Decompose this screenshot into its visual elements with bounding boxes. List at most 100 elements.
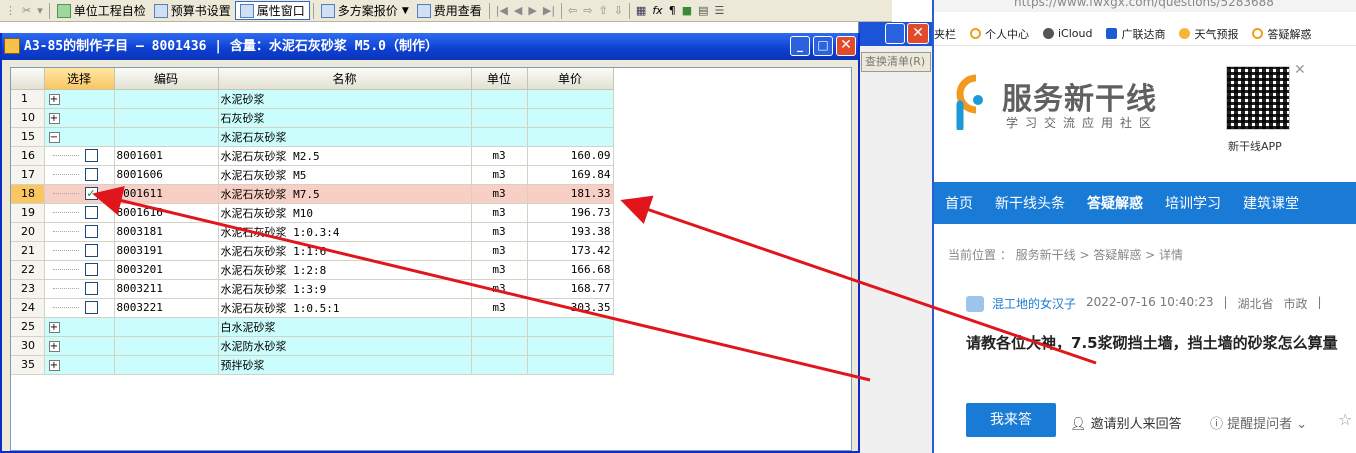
table-group-row[interactable]: 30 + 水泥防水砂浆 — [11, 336, 614, 356]
budget-settings-button[interactable]: 预算书设置 — [150, 1, 235, 21]
row-number[interactable]: 17 — [11, 165, 45, 185]
name-cell[interactable]: 白水泥砂浆 — [218, 317, 472, 337]
code-cell[interactable] — [114, 127, 219, 147]
table-row[interactable]: 18 ✓ 8001611 水泥石灰砂浆 M7.5 m3 181.33 — [11, 184, 614, 204]
nav-item-home[interactable]: 首页 — [945, 193, 973, 213]
unit-cell[interactable] — [471, 317, 528, 337]
name-cell[interactable]: 石灰砂浆 — [218, 108, 472, 128]
nav-item-training[interactable]: 培训学习 — [1165, 193, 1221, 213]
unit-cell[interactable]: m3 — [471, 184, 528, 204]
prev-record-icon[interactable]: ◀ — [511, 4, 525, 17]
unit-cell[interactable]: m3 — [471, 298, 528, 318]
nav-item-qa[interactable]: 答疑解惑 — [1087, 193, 1143, 213]
code-cell[interactable]: 8003211 — [114, 279, 219, 299]
select-cell[interactable]: + — [44, 108, 115, 128]
code-cell[interactable]: 8001601 — [114, 146, 219, 166]
name-cell[interactable]: 水泥石灰砂浆 — [218, 127, 472, 147]
table-row[interactable]: 20 8003181 水泥石灰砂浆 1:0.3:4 m3 193.38 — [11, 222, 614, 242]
code-cell[interactable]: 8001606 — [114, 165, 219, 185]
list-icon[interactable]: ☰ — [712, 4, 728, 17]
url-text[interactable]: https://www.fwxgx.com/questions/5283688 — [1014, 0, 1274, 9]
price-cell[interactable]: 181.33 — [527, 184, 614, 204]
expand-icon[interactable]: + — [48, 341, 60, 352]
code-column-header[interactable]: 编码 — [114, 68, 219, 90]
row-number[interactable]: 23 — [11, 279, 45, 299]
name-cell[interactable]: 水泥石灰砂浆 M7.5 — [218, 184, 472, 204]
select-cell[interactable] — [44, 260, 115, 280]
price-cell[interactable]: 173.42 — [527, 241, 614, 261]
checkbox-checked[interactable]: ✓ — [84, 187, 98, 201]
table-group-row[interactable]: 15− 水泥石灰砂浆 — [11, 127, 614, 147]
price-cell[interactable]: 160.09 — [527, 146, 614, 166]
price-cell[interactable] — [527, 89, 614, 109]
unit-cell[interactable] — [471, 127, 528, 147]
row-number[interactable]: 10 — [11, 108, 45, 128]
select-cell[interactable]: + — [44, 355, 115, 375]
select-column-header[interactable]: 选择 — [44, 68, 115, 90]
maximize-button[interactable] — [885, 23, 905, 44]
invite-answer-link[interactable]: 👤︎ 邀请别人来回答 — [1070, 413, 1182, 432]
expand-icon[interactable]: + — [48, 113, 60, 124]
price-cell[interactable]: 303.35 — [527, 298, 614, 318]
last-record-icon[interactable]: ▶| — [540, 4, 558, 17]
select-cell[interactable]: ✓ — [44, 184, 115, 204]
minimize-button[interactable]: _ — [790, 36, 810, 56]
select-cell[interactable]: + — [44, 317, 115, 337]
select-cell[interactable]: − — [44, 127, 115, 147]
checkbox[interactable] — [84, 149, 98, 163]
arrow-left-icon[interactable]: ⇦ — [565, 4, 580, 17]
paragraph-icon[interactable]: ¶ — [666, 4, 679, 17]
cost-view-button[interactable]: 费用查看 — [413, 1, 486, 21]
row-number[interactable]: 25 — [11, 317, 45, 337]
calculator-icon[interactable]: ▦ — [633, 4, 649, 17]
checkbox[interactable] — [84, 301, 98, 315]
select-cell[interactable] — [44, 165, 115, 185]
unit-cell[interactable]: m3 — [471, 165, 528, 185]
name-cell[interactable]: 水泥防水砂浆 — [218, 336, 472, 356]
name-cell[interactable]: 水泥石灰砂浆 M2.5 — [218, 146, 472, 166]
code-cell[interactable]: 8001611 — [114, 184, 219, 204]
next-record-icon[interactable]: ▶ — [525, 4, 539, 17]
bookmark-item[interactable]: 广联达商 — [1106, 26, 1165, 42]
select-cell[interactable] — [44, 298, 115, 318]
name-cell[interactable]: 水泥石灰砂浆 1:0.3:4 — [218, 222, 472, 242]
nav-item-headlines[interactable]: 新干线头条 — [995, 193, 1065, 213]
name-cell[interactable]: 水泥石灰砂浆 1:0.5:1 — [218, 298, 472, 318]
table-group-row[interactable]: 25 + 白水泥砂浆 — [11, 317, 614, 337]
table-row[interactable]: 22 8003201 水泥石灰砂浆 1:2:8 m3 166.68 — [11, 260, 614, 280]
price-cell[interactable]: 196.73 — [527, 203, 614, 223]
table-group-row[interactable]: 35 + 预拌砂浆 — [11, 355, 614, 375]
price-cell[interactable] — [527, 127, 614, 147]
row-number[interactable]: 35 — [11, 355, 45, 375]
price-cell[interactable]: 193.38 — [527, 222, 614, 242]
checkbox[interactable] — [84, 225, 98, 239]
price-cell[interactable] — [527, 336, 614, 356]
name-column-header[interactable]: 名称 — [218, 68, 472, 90]
first-record-icon[interactable]: |◀ — [493, 4, 511, 17]
multi-plan-quote-button[interactable]: 多方案报价 ▼ — [317, 1, 413, 21]
select-cell[interactable] — [44, 222, 115, 242]
checkbox[interactable] — [84, 206, 98, 220]
select-cell[interactable] — [44, 279, 115, 299]
name-cell[interactable]: 水泥石灰砂浆 M5 — [218, 165, 472, 185]
table-group-row[interactable]: 1 + 水泥砂浆 — [11, 89, 614, 109]
arrow-up-icon[interactable]: ⇧ — [595, 4, 610, 17]
expand-icon[interactable]: + — [48, 322, 60, 333]
price-cell[interactable] — [527, 108, 614, 128]
unit-cell[interactable]: m3 — [471, 279, 528, 299]
row-number[interactable]: 21 — [11, 241, 45, 261]
bookmark-item[interactable]: 答疑解惑 — [1252, 26, 1311, 42]
table-row[interactable]: 17 8001606 水泥石灰砂浆 M5 m3 169.84 — [11, 165, 614, 185]
unit-cell[interactable] — [471, 355, 528, 375]
select-cell[interactable]: + — [44, 89, 115, 109]
remind-asker-link[interactable]: ⓘ 提醒提问者 ⌄ — [1210, 413, 1307, 432]
unit-cell[interactable]: m3 — [471, 222, 528, 242]
name-cell[interactable]: 水泥石灰砂浆 1:1:6 — [218, 241, 472, 261]
site-logo-text[interactable]: 服务新干线 — [1002, 74, 1157, 118]
row-number[interactable]: 16 — [11, 146, 45, 166]
change-list-button[interactable]: 查换清单(R) — [861, 52, 931, 72]
property-window-button[interactable]: 属性窗口 — [234, 1, 310, 20]
answer-button[interactable]: 我来答 — [966, 403, 1056, 437]
row-number[interactable]: 18 — [11, 184, 45, 204]
checkbox[interactable] — [84, 244, 98, 258]
